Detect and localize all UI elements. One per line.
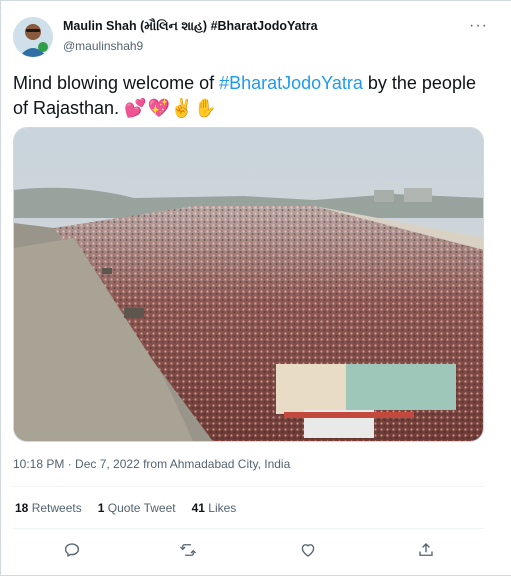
likes-stat[interactable]: 41 Likes (192, 501, 237, 515)
engagement-stats: 18 Retweets 1 Quote Tweet 41 Likes (15, 501, 236, 515)
tweet-text-prefix: Mind blowing welcome of (13, 73, 220, 93)
likes-count: 41 (191, 501, 205, 515)
tweet-timestamp[interactable]: 10:18 PM · Dec 7, 2022 from Ahmadabad Ci… (13, 457, 290, 471)
retweet-button[interactable] (177, 539, 199, 561)
quotes-label: Quote Tweet (107, 501, 176, 515)
crowd-photo-image (14, 128, 483, 441)
likes-label: Likes (208, 501, 237, 515)
handle[interactable]: @maulinshah9 (63, 39, 143, 53)
share-button[interactable] (415, 539, 437, 561)
divider (13, 528, 484, 529)
tweet-text: Mind blowing welcome of #BharatJodoYatra… (13, 71, 493, 121)
tweet-emojis: 💕💖✌️✋ (124, 98, 218, 118)
display-name[interactable]: Maulin Shah (મૌલિન શાહ) #BharatJodoYatra (63, 19, 318, 34)
retweets-stat[interactable]: 18 Retweets (15, 501, 82, 515)
retweets-label: Retweets (31, 501, 82, 515)
tweet-card: Maulin Shah (મૌલિન શાહ) #BharatJodoYatra… (0, 0, 511, 576)
avatar[interactable] (13, 17, 53, 57)
quotes-stat[interactable]: 1 Quote Tweet (98, 501, 176, 515)
divider (13, 486, 484, 487)
quotes-count: 1 (97, 501, 105, 515)
reply-icon (64, 543, 80, 557)
retweets-count: 18 (15, 501, 29, 515)
more-options-icon[interactable]: ··· (469, 17, 488, 35)
retweet-icon (180, 544, 196, 556)
like-icon (301, 544, 315, 557)
reply-button[interactable] (61, 539, 83, 561)
action-bar (13, 539, 484, 563)
tweet-photo[interactable] (13, 127, 484, 442)
hashtag-link[interactable]: #BharatJodoYatra (219, 73, 363, 93)
like-button[interactable] (297, 539, 319, 561)
share-icon (419, 543, 433, 556)
